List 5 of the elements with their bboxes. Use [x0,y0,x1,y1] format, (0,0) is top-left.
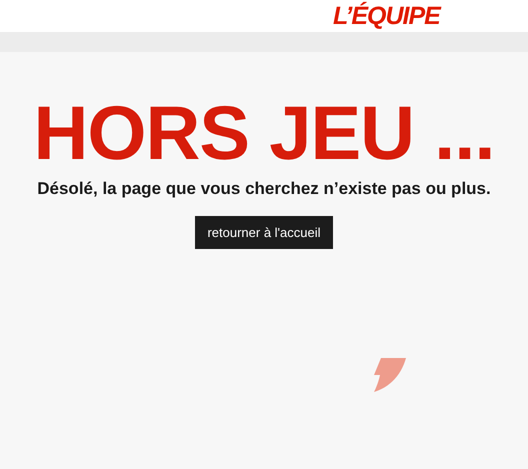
error-message: Désolé, la page que vous cherchez n’existe pas ou plus. [37,178,491,200]
error-title: HORS JEU ... [34,90,494,178]
logo[interactable]: L’ÉQUIPE [333,1,440,31]
quote-mark-icon [373,358,407,392]
home-button[interactable]: retourner à l'accueil [195,216,333,249]
